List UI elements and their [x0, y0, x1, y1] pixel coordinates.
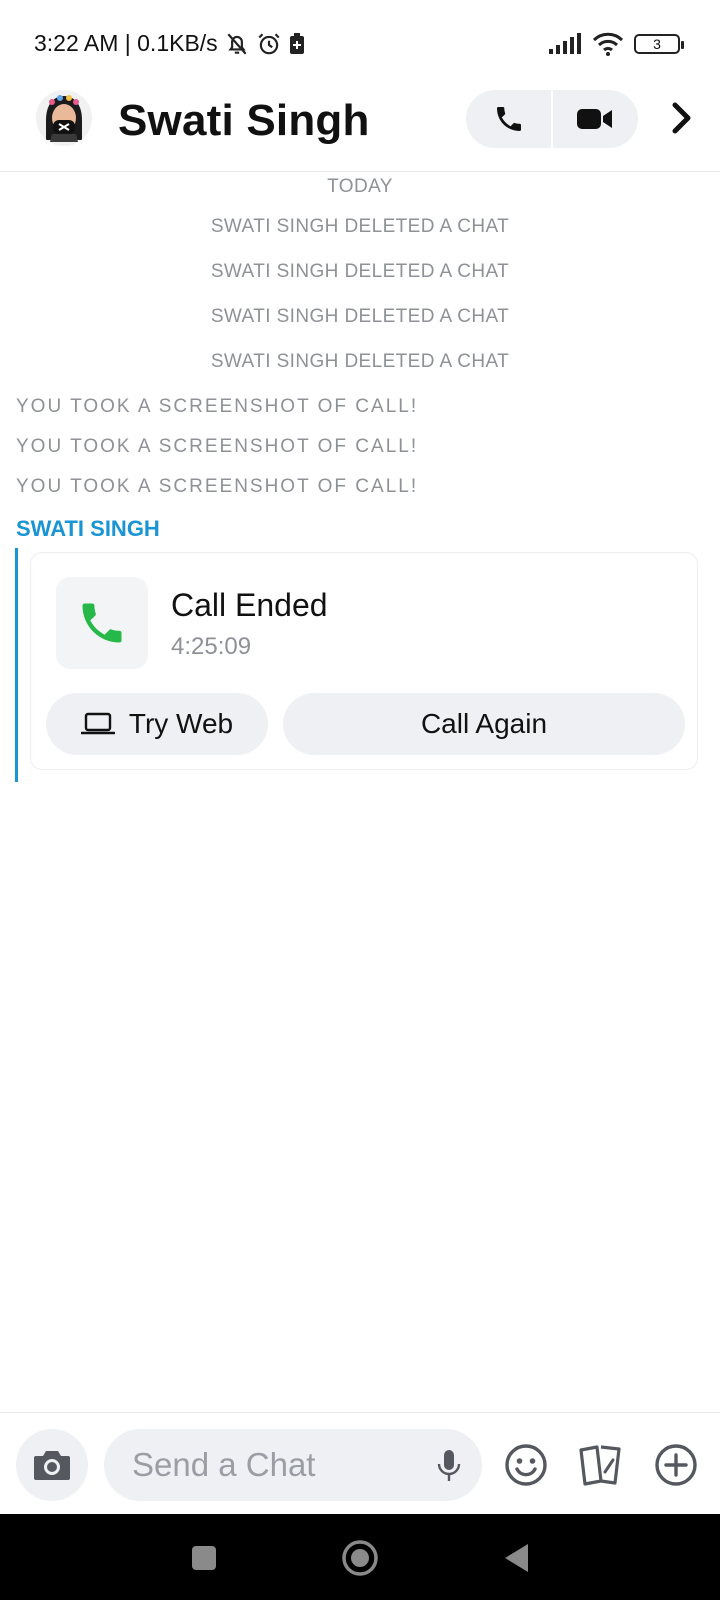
square-icon: [192, 1546, 216, 1570]
voice-call-button[interactable]: [466, 90, 552, 148]
back-button[interactable]: [496, 1538, 536, 1578]
deleted-chat-notice: SWATI SINGH DELETED A CHAT: [210, 216, 510, 237]
sender-label: SWATI SINGH: [16, 516, 160, 541]
battery-saver-icon: [289, 32, 304, 54]
bitmoji-avatar-icon: [36, 90, 92, 146]
battery-indicator: 3: [634, 34, 684, 54]
video-call-button[interactable]: [552, 90, 638, 148]
call-again-label: Call Again: [420, 708, 548, 739]
status-bar: 3:22 AM | 0.1KB/s 3: [0, 0, 720, 80]
date-label: TODAY: [327, 176, 393, 197]
emoji-button[interactable]: [502, 1441, 550, 1489]
battery-level: 3: [653, 36, 661, 52]
add-attachment-button[interactable]: [652, 1441, 700, 1489]
laptop-icon: [80, 712, 115, 735]
avatar[interactable]: [36, 90, 92, 146]
status-time-speed: 3:22 AM | 0.1KB/s: [34, 30, 218, 56]
chevron-right-icon: [672, 102, 691, 134]
try-web-label: Try Web: [128, 708, 234, 739]
cards-icon: [579, 1445, 621, 1486]
call-again-button[interactable]: Call Again: [283, 693, 685, 755]
back-triangle-icon: [505, 1544, 528, 1572]
stickers-button[interactable]: [577, 1441, 625, 1489]
chat-input-bar: [0, 1412, 720, 1514]
phone-icon: [497, 107, 521, 131]
green-phone-icon: [82, 603, 122, 643]
voice-note-button[interactable]: [434, 1447, 464, 1485]
camera-icon: [34, 1451, 70, 1480]
screenshot-notice: YOU TOOK A SCREENSHOT OF CALL!: [16, 396, 419, 417]
call-duration: 4:25:09: [171, 633, 252, 660]
system-nav-bar: [0, 1514, 720, 1600]
plus-circle-icon: [655, 1444, 697, 1486]
recents-button[interactable]: [184, 1538, 224, 1578]
chat-header: Swati Singh: [0, 80, 720, 172]
deleted-chat-notice: SWATI SINGH DELETED A CHAT: [210, 351, 510, 372]
deleted-chat-notice: SWATI SINGH DELETED A CHAT: [210, 306, 510, 327]
smiley-icon: [505, 1444, 547, 1486]
camera-button[interactable]: [16, 1429, 88, 1501]
thread-indicator: [15, 548, 18, 782]
muted-bell-icon: [227, 33, 247, 54]
more-details-button[interactable]: [664, 98, 700, 138]
try-web-button[interactable]: Try Web: [46, 693, 268, 755]
chat-message-input[interactable]: [104, 1429, 482, 1501]
call-status-icon-box: [56, 577, 148, 669]
wifi-icon: [592, 32, 624, 56]
screenshot-notice: YOU TOOK A SCREENSHOT OF CALL!: [16, 436, 419, 457]
video-camera-icon: [577, 109, 612, 129]
call-actions: [466, 90, 638, 148]
deleted-chat-notice: SWATI SINGH DELETED A CHAT: [210, 261, 510, 282]
signal-icon: [549, 33, 581, 54]
home-circle-icon: [342, 1540, 378, 1576]
alarm-icon: [258, 32, 280, 54]
contact-name[interactable]: Swati Singh: [118, 96, 370, 146]
call-status-title: Call Ended: [171, 587, 328, 623]
call-ended-card: Call Ended 4:25:09 Try Web Call Again: [30, 552, 698, 770]
home-button[interactable]: [340, 1538, 380, 1578]
screenshot-notice: YOU TOOK A SCREENSHOT OF CALL!: [16, 476, 419, 497]
microphone-icon: [437, 1450, 461, 1481]
